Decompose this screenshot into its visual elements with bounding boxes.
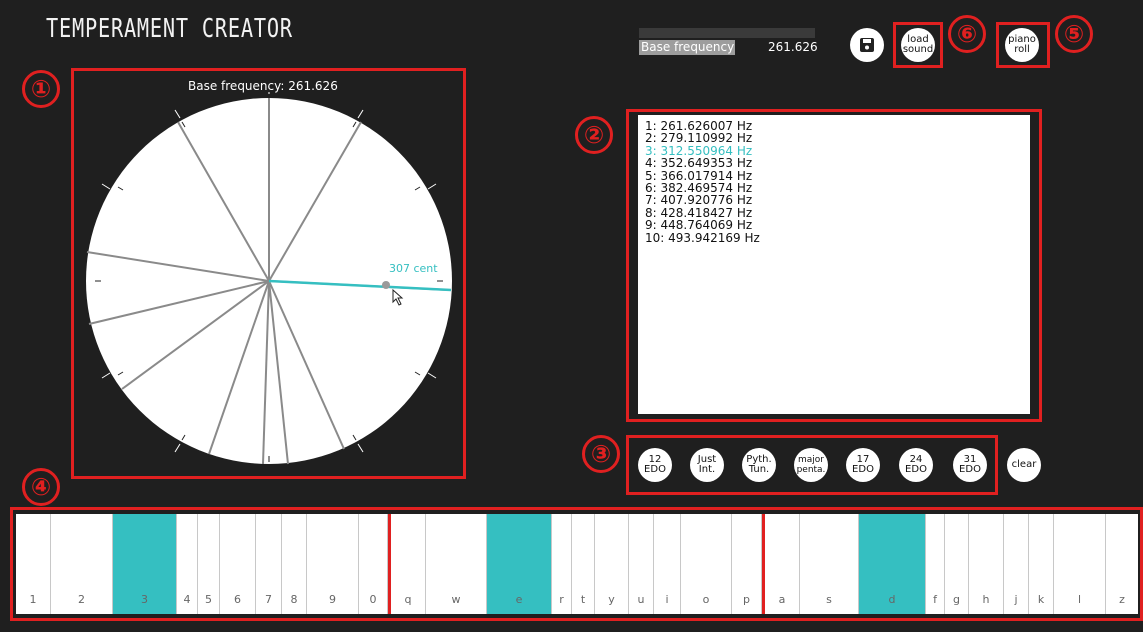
annotation-4: ④ (22, 468, 60, 506)
preset-pyth-tun-button[interactable]: Pyth. Tun. (742, 448, 776, 482)
preset-just-int-button[interactable]: Just Int. (690, 448, 724, 482)
preset-31-edo-button[interactable]: 31 EDO (953, 448, 987, 482)
key-o[interactable]: o (681, 514, 732, 614)
key-u[interactable]: u (629, 514, 654, 614)
base-frequency-slider-track[interactable] (639, 28, 815, 38)
key-j[interactable]: j (1004, 514, 1029, 614)
key-2[interactable]: 2 (51, 514, 113, 614)
key-q[interactable]: q (388, 514, 426, 614)
preset-major-penta-button[interactable]: major penta. (794, 448, 828, 482)
interval-handle[interactable] (382, 281, 390, 289)
key-k[interactable]: k (1029, 514, 1054, 614)
load-sound-button[interactable]: load sound (901, 28, 935, 62)
key-d[interactable]: d (859, 514, 926, 614)
key-y[interactable]: y (595, 514, 629, 614)
base-frequency-label: Base frequency (641, 40, 735, 54)
clear-button[interactable]: clear (1007, 448, 1041, 482)
annotation-1: ① (22, 70, 60, 108)
floppy-disk-icon (860, 38, 874, 52)
preset-17-edo-button[interactable]: 17 EDO (846, 448, 880, 482)
frequency-item-2[interactable]: 2: 279.110992 Hz (645, 132, 1023, 145)
key-f[interactable]: f (926, 514, 945, 614)
piano-roll-button[interactable]: piano roll (1005, 28, 1039, 62)
frequency-item-7[interactable]: 7: 407.920776 Hz (645, 194, 1023, 207)
frequency-item-9[interactable]: 9: 448.764069 Hz (645, 219, 1023, 232)
key-r[interactable]: r (552, 514, 572, 614)
annotation-6: ⑥ (948, 15, 986, 53)
key-1[interactable]: 1 (16, 514, 51, 614)
frequency-list[interactable]: 1: 261.626007 Hz 2: 279.110992 Hz 3: 312… (638, 115, 1030, 414)
frequency-item-4[interactable]: 4: 352.649353 Hz (645, 157, 1023, 170)
key-3[interactable]: 3 (113, 514, 177, 614)
key-z[interactable]: z (1106, 514, 1138, 614)
key-h[interactable]: h (969, 514, 1004, 614)
computer-keyboard-mapping[interactable]: 1 2 3 4 5 6 7 8 9 0 q w e r t y u i o p … (16, 514, 1138, 614)
key-6[interactable]: 6 (220, 514, 256, 614)
key-w[interactable]: w (426, 514, 487, 614)
temperament-circle[interactable] (80, 92, 460, 472)
key-7[interactable]: 7 (256, 514, 282, 614)
save-button[interactable] (850, 28, 884, 62)
base-frequency-value[interactable]: 261.626 (768, 40, 818, 54)
frequency-item-10[interactable]: 10: 493.942169 Hz (645, 231, 1023, 244)
annotation-2: ② (575, 116, 613, 154)
key-a[interactable]: a (762, 514, 800, 614)
key-i[interactable]: i (654, 514, 681, 614)
key-8[interactable]: 8 (282, 514, 307, 614)
circle-title: Base frequency: 261.626 (188, 79, 338, 93)
key-e[interactable]: e (487, 514, 552, 614)
key-g[interactable]: g (945, 514, 969, 614)
app-title: TEMPERAMENT CREATOR (46, 14, 293, 44)
preset-12-edo-button[interactable]: 12 EDO (638, 448, 672, 482)
key-t[interactable]: t (572, 514, 595, 614)
key-4[interactable]: 4 (177, 514, 198, 614)
key-0[interactable]: 0 (359, 514, 388, 614)
key-l[interactable]: l (1054, 514, 1106, 614)
selected-cent-label: 307 cent (389, 262, 438, 275)
key-s[interactable]: s (800, 514, 859, 614)
key-9[interactable]: 9 (307, 514, 359, 614)
key-5[interactable]: 5 (198, 514, 220, 614)
preset-24-edo-button[interactable]: 24 EDO (899, 448, 933, 482)
key-p[interactable]: p (732, 514, 762, 614)
annotation-5: ⑤ (1055, 15, 1093, 53)
annotation-3: ③ (582, 435, 620, 473)
